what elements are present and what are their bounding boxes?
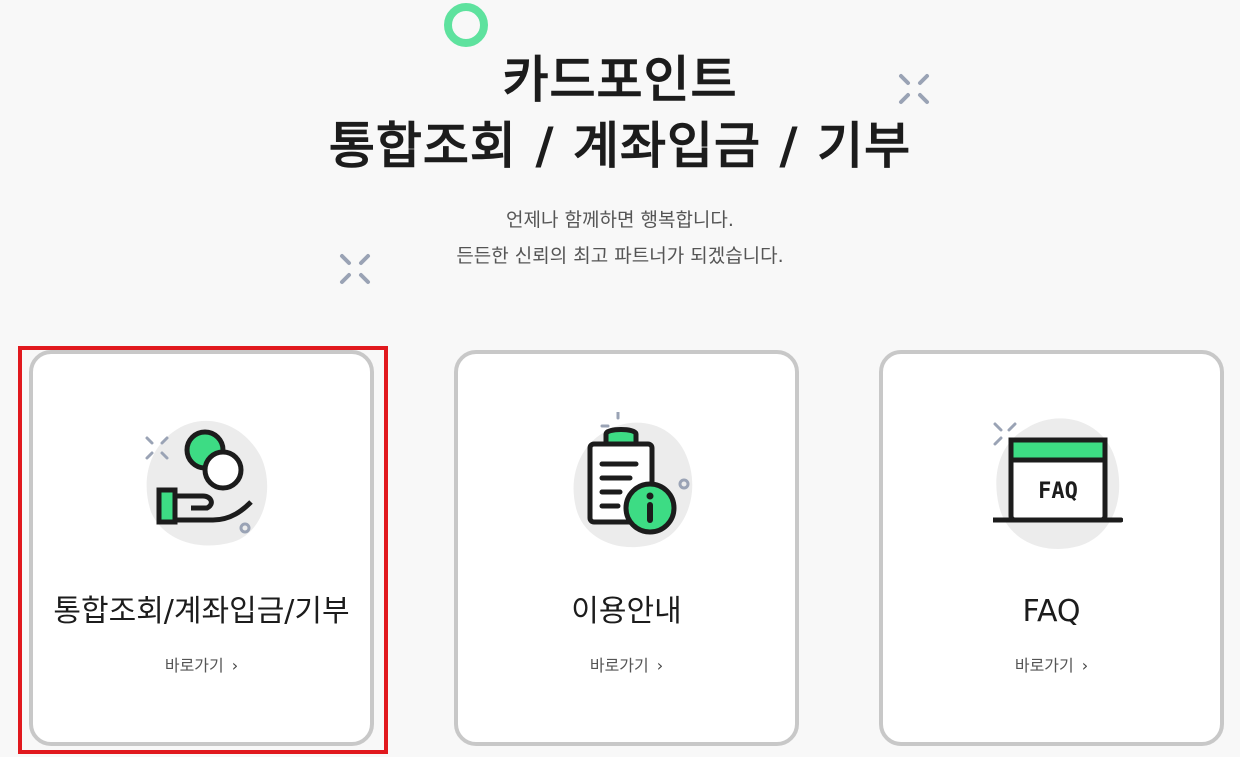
faq-icon-text: FAQ (1038, 479, 1078, 504)
card-usage-guide[interactable]: 이용안내 바로가기 › (454, 350, 799, 746)
page-title-line-2: 통합조회 / 계좌입금 / 기부 (328, 117, 912, 175)
card-title: 통합조회/계좌입금/기부 (53, 594, 350, 629)
go-link[interactable]: 바로가기 › (33, 654, 370, 678)
chevron-right-icon: › (1081, 656, 1089, 675)
card-title: 이용안내 (571, 594, 682, 629)
go-link[interactable]: 바로가기 › (458, 654, 795, 678)
go-link[interactable]: 바로가기 › (883, 654, 1220, 678)
page-subtitle-line-2: 든든한 신뢰의 최고 파트너가 되겠습니다. (456, 245, 784, 267)
decorative-ring (444, 3, 488, 47)
go-link-label: 바로가기 (589, 656, 649, 675)
clipboard-info-icon (573, 412, 693, 548)
coin-hand-icon (145, 420, 268, 546)
go-link-label: 바로가기 (164, 656, 224, 675)
chevron-right-icon: › (231, 656, 239, 675)
faq-window-icon: FAQ (993, 418, 1123, 549)
card-title: FAQ (1022, 594, 1081, 629)
page-title-line-1: 카드포인트 (502, 51, 738, 109)
card-inquiry-transfer-donation[interactable]: 통합조회/계좌입금/기부 바로가기 › (29, 350, 374, 746)
page-subtitle-line-1: 언제나 함께하면 행복합니다. (506, 209, 734, 231)
go-link-label: 바로가기 (1014, 656, 1074, 675)
chevron-right-icon: › (656, 656, 664, 675)
card-faq[interactable]: FAQ FAQ 바로가기 › (879, 350, 1224, 746)
